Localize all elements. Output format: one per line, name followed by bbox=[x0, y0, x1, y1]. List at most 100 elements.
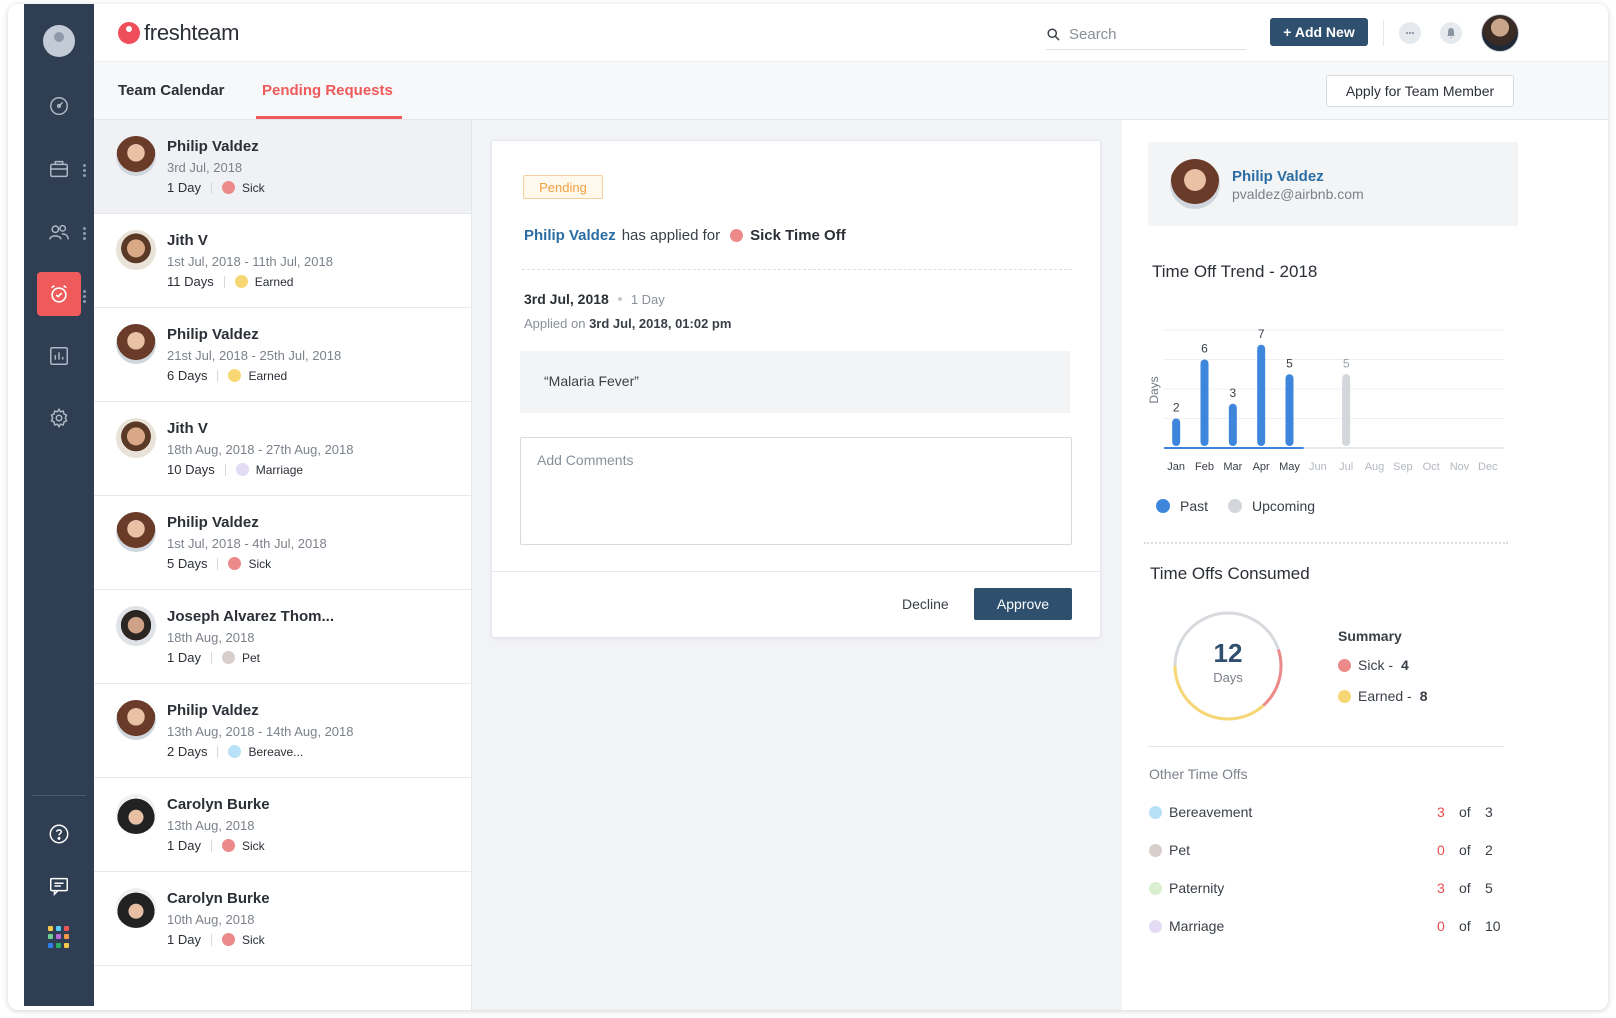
request-list-item[interactable]: Joseph Alvarez Thom...18th Aug, 20181 Da… bbox=[94, 590, 471, 684]
leave-type: Sick bbox=[248, 557, 271, 571]
more-icon[interactable] bbox=[83, 290, 87, 304]
request-list-item[interactable]: Jith V1st Jul, 2018 - 11th Jul, 201811 D… bbox=[94, 214, 471, 308]
briefcase-icon[interactable] bbox=[37, 147, 81, 191]
add-comments-field[interactable] bbox=[520, 437, 1072, 545]
requester-name: Philip Valdez bbox=[167, 514, 259, 531]
requester-name: Philip Valdez bbox=[167, 138, 259, 155]
summary-earned: Earned - 8 bbox=[1338, 688, 1428, 704]
other-time-off-used: 3 bbox=[1437, 804, 1445, 820]
request-meta: 6 DaysEarned bbox=[167, 368, 287, 383]
leave-reason: “Malaria Fever” bbox=[520, 351, 1070, 413]
other-time-off-of: of bbox=[1459, 804, 1471, 820]
chart-bar bbox=[1257, 345, 1265, 446]
app-window: freshteam + Add New Team Calendar Pendin… bbox=[8, 4, 1608, 1010]
request-list-item[interactable]: Philip Valdez 3rd Jul, 2018 1 Day Sick bbox=[94, 120, 471, 214]
section-divider bbox=[1148, 746, 1504, 747]
add-new-button[interactable]: + Add New bbox=[1270, 18, 1368, 46]
consumed-unit: Days bbox=[1170, 670, 1286, 685]
request-meta: 10 DaysMarriage bbox=[167, 462, 303, 477]
request-list-item[interactable]: Philip Valdez13th Aug, 2018 - 14th Aug, … bbox=[94, 684, 471, 778]
more-icon[interactable] bbox=[83, 227, 87, 241]
people-icon[interactable] bbox=[37, 210, 81, 254]
dashboard-icon[interactable] bbox=[37, 84, 81, 128]
chat-icon[interactable] bbox=[37, 864, 81, 908]
requester-name: Philip Valdez bbox=[167, 326, 259, 343]
summary-sick: Sick - 4 bbox=[1338, 657, 1409, 673]
search-input[interactable] bbox=[1069, 26, 1229, 43]
applied-on-value: 3rd Jul, 2018, 01:02 pm bbox=[589, 316, 731, 331]
employee-name-link[interactable]: Philip Valdez bbox=[1232, 168, 1324, 185]
requester-avatar bbox=[116, 794, 156, 834]
help-icon[interactable] bbox=[37, 812, 81, 856]
requester-avatar bbox=[116, 512, 156, 552]
request-meta: 1 Day Sick bbox=[167, 180, 265, 195]
request-list-item[interactable]: Philip Valdez 1st Jul, 2018 - 4th Jul, 20… bbox=[94, 496, 471, 590]
rail-divider bbox=[32, 795, 86, 796]
request-list-item[interactable]: Carolyn Burke10th Aug, 20181 DaySick bbox=[94, 872, 471, 966]
meta-separator bbox=[211, 182, 212, 194]
consumed-total: 12 bbox=[1170, 638, 1286, 669]
requester-link[interactable]: Philip Valdez bbox=[524, 227, 616, 244]
chart-x-tick-label: Nov bbox=[1450, 461, 1470, 473]
request-dates: 1st Jul, 2018 - 4th Jul, 2018 bbox=[167, 536, 327, 551]
summary-earned-value: 8 bbox=[1420, 688, 1428, 704]
request-list-item[interactable]: Carolyn Burke13th Aug, 20181 DaySick bbox=[94, 778, 471, 872]
reports-icon[interactable] bbox=[37, 334, 81, 378]
user-avatar-icon[interactable] bbox=[43, 25, 75, 57]
other-time-off-row: Pet0of2 bbox=[1149, 842, 1505, 862]
leave-type: Sick bbox=[242, 181, 265, 195]
other-time-off-total: 2 bbox=[1485, 842, 1493, 858]
search-box[interactable] bbox=[1046, 20, 1246, 50]
request-dates: 3rd Jul, 2018 bbox=[167, 160, 242, 175]
other-time-off-of: of bbox=[1459, 842, 1471, 858]
requester-name: Jith V bbox=[167, 232, 208, 249]
apply-for-team-member-button[interactable]: Apply for Team Member bbox=[1326, 75, 1514, 107]
settings-gear-icon[interactable] bbox=[37, 396, 81, 440]
request-meta: 2 DaysBereave... bbox=[167, 744, 303, 759]
leave-type-label: Sick Time Off bbox=[750, 227, 846, 244]
leave-type-dot bbox=[1149, 806, 1162, 819]
chart-x-tick-label: Feb bbox=[1195, 461, 1214, 473]
legend-upcoming-dot bbox=[1228, 499, 1242, 513]
freshteam-logo[interactable]: freshteam bbox=[118, 20, 239, 46]
apps-grid-icon[interactable] bbox=[48, 926, 70, 948]
other-time-off-of: of bbox=[1459, 918, 1471, 934]
other-time-off-used: 0 bbox=[1437, 918, 1445, 934]
request-dates: 13th Aug, 2018 bbox=[167, 818, 254, 833]
request-duration: 2 Days bbox=[167, 744, 207, 759]
other-time-off-name: Marriage bbox=[1149, 918, 1224, 934]
request-duration: 5 Days bbox=[167, 556, 207, 571]
other-time-offs-title: Other Time Offs bbox=[1149, 766, 1248, 782]
chart-y-axis-label: Days bbox=[1147, 376, 1161, 403]
leave-type-dot bbox=[1149, 844, 1162, 857]
request-list-item[interactable]: Jith V18th Aug, 2018 - 27th Aug, 201810 … bbox=[94, 402, 471, 496]
approve-button[interactable]: Approve bbox=[974, 588, 1072, 620]
chart-x-tick-label: Jun bbox=[1309, 461, 1327, 473]
request-duration: 1 Day bbox=[167, 650, 201, 665]
meta-separator bbox=[211, 652, 212, 664]
legend-upcoming: Upcoming bbox=[1228, 498, 1315, 514]
other-time-off-total: 3 bbox=[1485, 804, 1493, 820]
tab-bar: Team Calendar Pending Requests Apply for… bbox=[94, 62, 1608, 120]
request-duration: 1 Day bbox=[167, 180, 201, 195]
requester-name: Joseph Alvarez Thom... bbox=[167, 608, 334, 625]
request-dates: 1st Jul, 2018 - 11th Jul, 2018 bbox=[167, 254, 333, 269]
tab-pending-requests[interactable]: Pending Requests bbox=[262, 82, 393, 99]
leave-type: Earned bbox=[255, 275, 294, 289]
profile-avatar[interactable] bbox=[1481, 14, 1519, 52]
more-icon[interactable] bbox=[83, 164, 87, 178]
meta-separator bbox=[217, 746, 218, 758]
leave-type: Marriage bbox=[256, 463, 303, 477]
tab-team-calendar[interactable]: Team Calendar bbox=[118, 82, 224, 99]
leave-date: 3rd Jul, 2018 bbox=[524, 291, 609, 307]
other-time-off-name: Pet bbox=[1149, 842, 1190, 858]
time-off-alarm-icon[interactable] bbox=[37, 272, 81, 316]
requester-avatar bbox=[116, 888, 156, 928]
decline-button[interactable]: Decline bbox=[902, 596, 949, 612]
request-list-item[interactable]: Philip Valdez21st Jul, 2018 - 25th Jul, … bbox=[94, 308, 471, 402]
employee-avatar bbox=[1170, 159, 1220, 209]
notification-bell-icon[interactable] bbox=[1440, 22, 1462, 44]
request-duration: 1 Day bbox=[167, 838, 201, 853]
left-nav-rail bbox=[24, 4, 94, 1006]
chat-bubble-icon[interactable] bbox=[1399, 22, 1421, 44]
